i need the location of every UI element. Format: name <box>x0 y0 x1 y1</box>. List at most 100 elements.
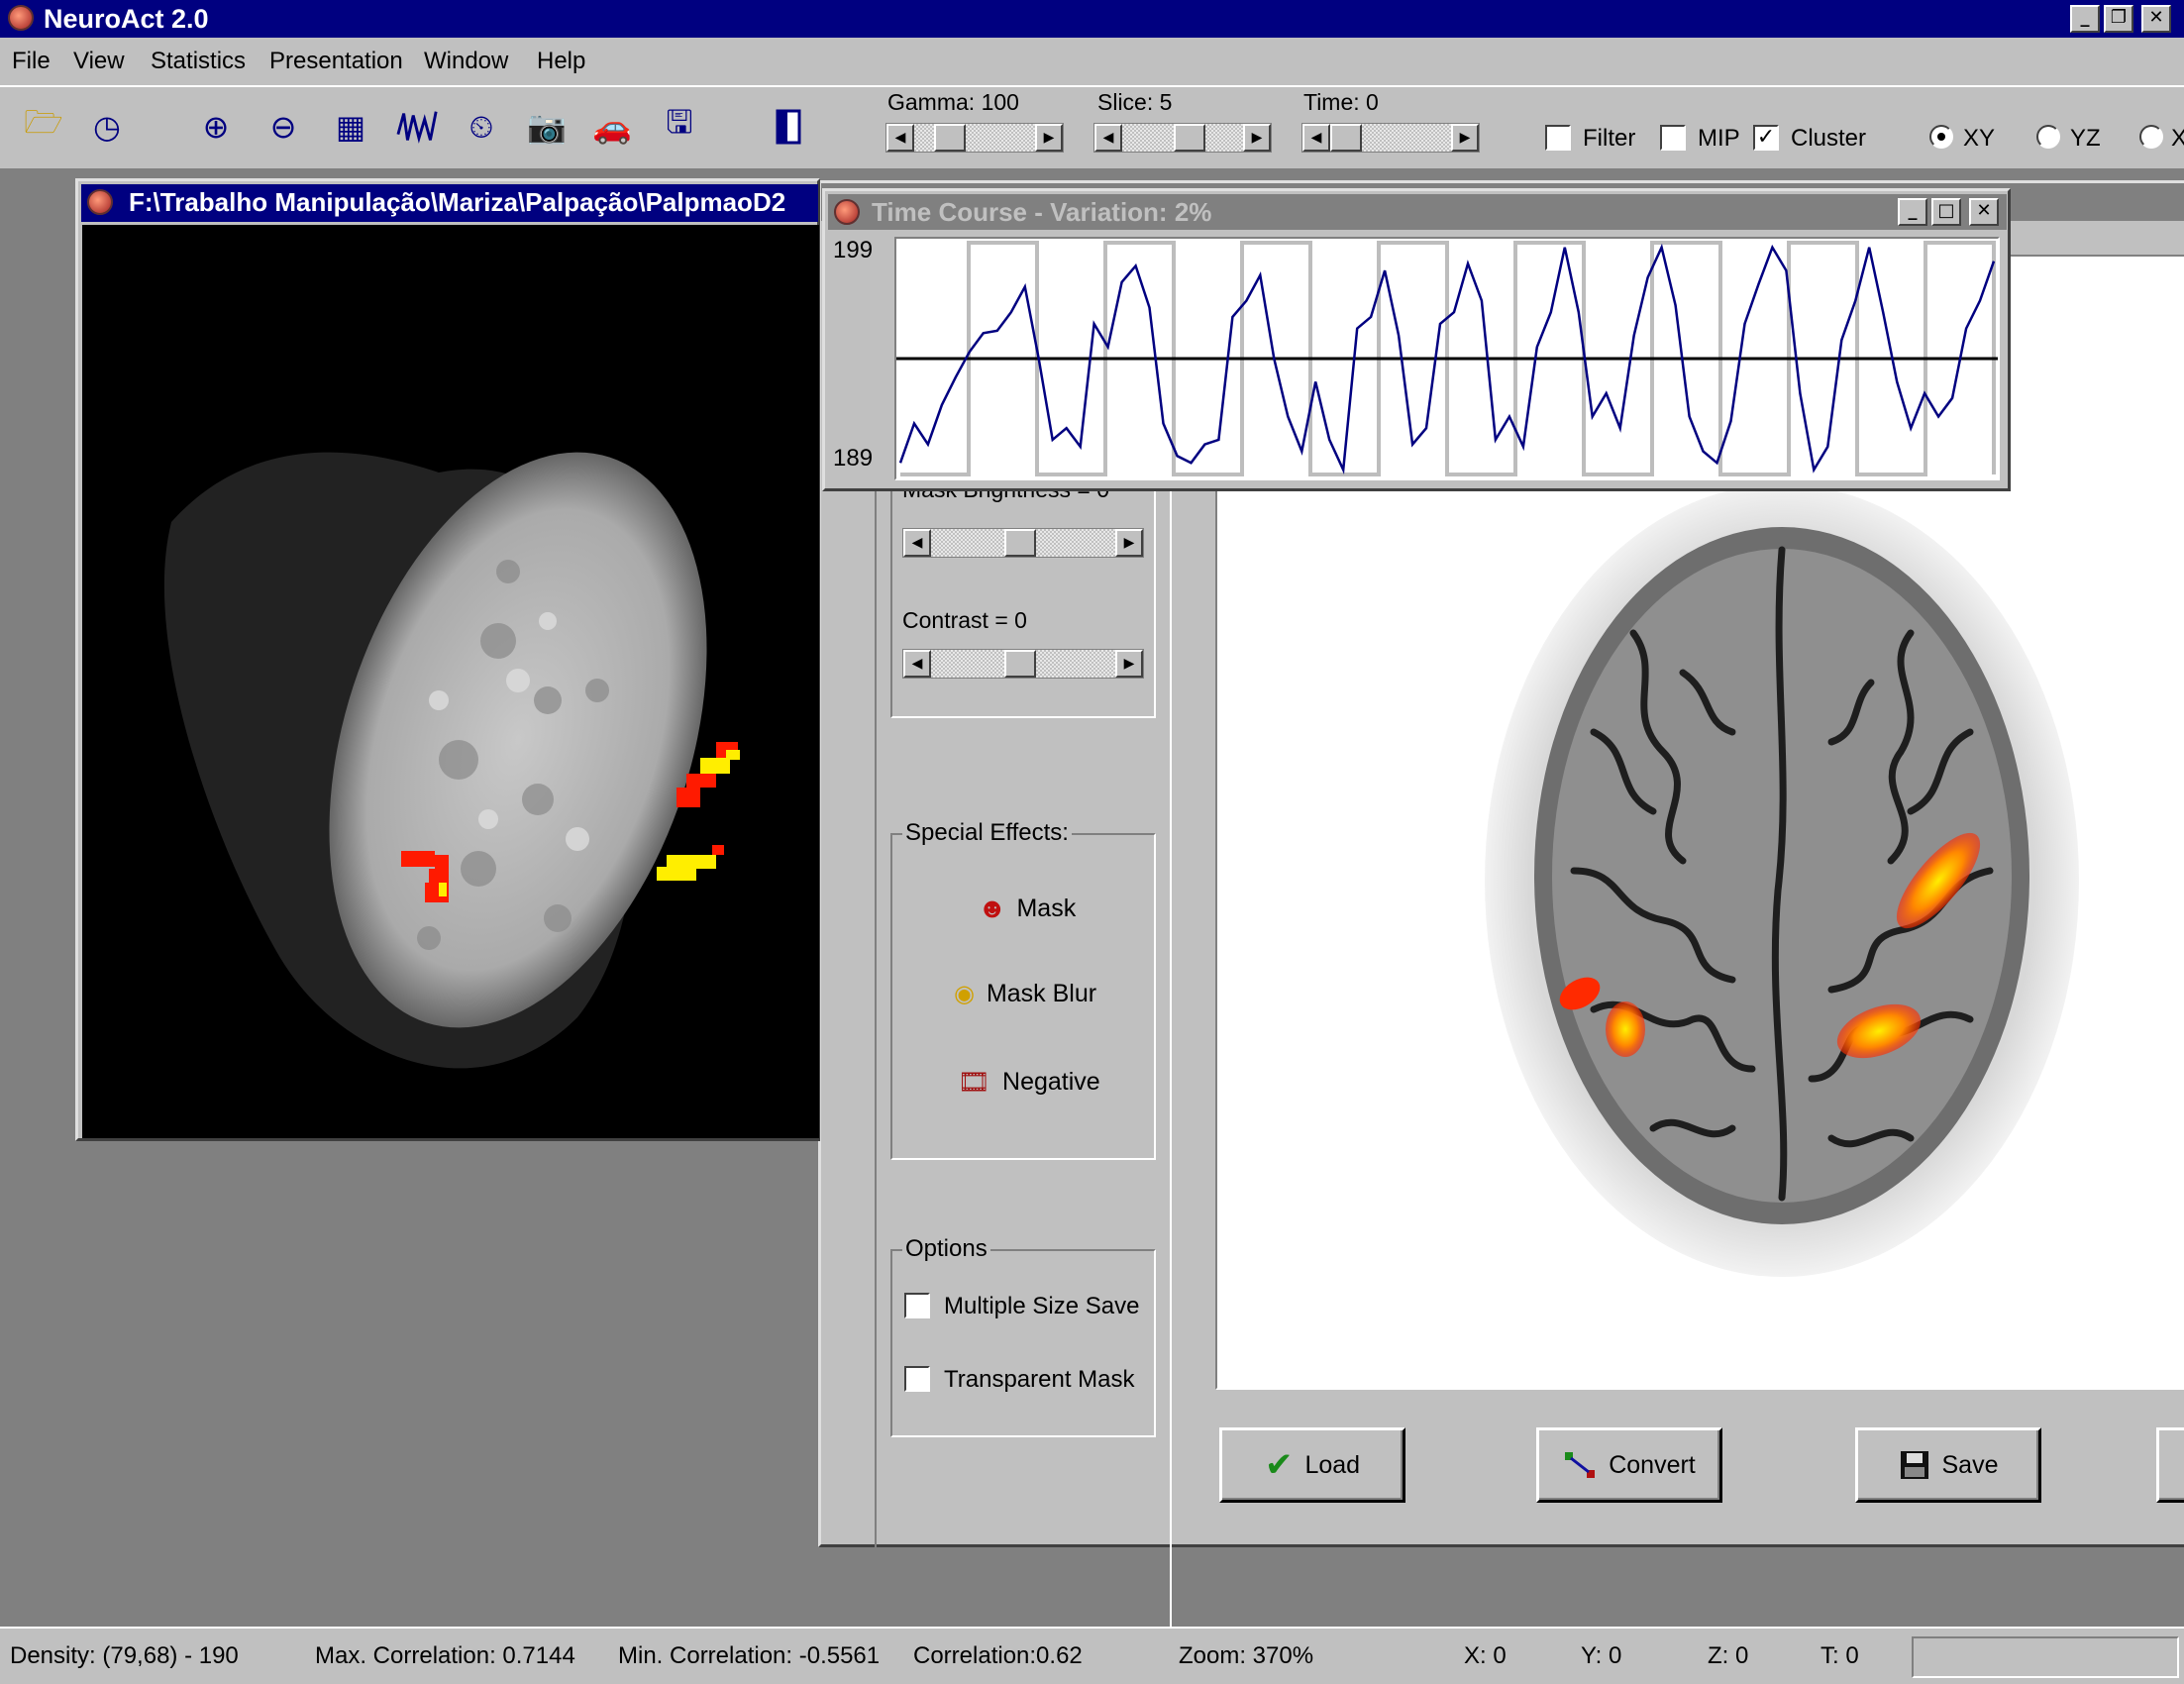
minimize-button[interactable]: _ <box>2070 5 2100 33</box>
contrast-slider[interactable]: ◀ ▶ <box>902 649 1144 679</box>
status-min-correlation: Min. Correlation: -0.5561 <box>618 1642 881 1669</box>
camera-icon[interactable]: 📷 <box>525 105 569 149</box>
status-z: Z: 0 <box>1708 1642 1749 1669</box>
time-course-chart <box>896 241 1998 476</box>
tc-ymin-label: 189 <box>833 445 874 472</box>
slice-label: Slice: 5 <box>1097 89 1173 115</box>
convert-icon <box>1565 1452 1596 1478</box>
cluster-checkbox[interactable]: ✓ <box>1753 125 1779 151</box>
status-y: Y: 0 <box>1581 1642 1622 1669</box>
cluster-label: Cluster <box>1791 125 1867 152</box>
app-title: NeuroAct 2.0 <box>44 4 209 34</box>
more-button[interactable] <box>2156 1427 2184 1503</box>
image-window-brain-icon <box>87 189 113 215</box>
mask-brightness-slider[interactable]: ◀ ▶ <box>902 528 1144 558</box>
options-group <box>890 1249 1156 1437</box>
x-radio[interactable] <box>2139 125 2163 149</box>
x-label: X <box>2171 125 2184 152</box>
time-course-brain-icon <box>834 199 860 225</box>
fmri-slice-view[interactable] <box>82 225 819 1138</box>
status-bar: Density: (79,68) - 190 Max. Correlation:… <box>0 1627 2184 1684</box>
convert-button-label: Convert <box>1609 1450 1696 1479</box>
negative-label: Negative <box>1002 1068 1100 1096</box>
status-panel <box>1912 1636 2179 1678</box>
mask-blur-icon: ◉ <box>954 981 975 1007</box>
gamma-label: Gamma: 100 <box>887 89 1019 115</box>
status-correlation: Correlation:0.62 <box>913 1642 1083 1669</box>
status-max-correlation: Max. Correlation: 0.7144 <box>315 1642 575 1669</box>
tc-close-button[interactable]: ✕ <box>1969 198 1999 226</box>
transparent-mask-label: Transparent Mask <box>944 1366 1135 1393</box>
mask-blur-effect[interactable]: ◉ Mask Blur <box>954 980 1096 1008</box>
mask-blur-label: Mask Blur <box>986 980 1097 1007</box>
image-window-caption[interactable]: F:\Trabalho Manipulação\Mariza\Palpação\… <box>81 184 818 222</box>
panel-icon[interactable] <box>767 105 810 149</box>
time-label: Time: 0 <box>1303 89 1379 115</box>
filter-label: Filter <box>1583 125 1636 152</box>
fmri-slice-image <box>163 452 740 1069</box>
status-zoom: Zoom: 370% <box>1179 1642 1314 1669</box>
save-button[interactable]: Save <box>1855 1427 2041 1503</box>
time-course-title: Time Course - Variation: 2% <box>872 197 1212 227</box>
app-titlebar[interactable]: NeuroAct 2.0 _ ❐ ✕ <box>0 0 2184 38</box>
mask-label: Mask <box>1016 894 1077 922</box>
load-button-label: Load <box>1304 1450 1361 1479</box>
toolbar: 🗁 ◷ ⊕ ⊖ ▦ ⏲ 📷 🚗 🖫 Gamma: 100 ◀ ▶ Slice: 5… <box>0 85 2184 170</box>
yz-radio[interactable] <box>2036 125 2060 149</box>
transparent-mask-checkbox[interactable] <box>904 1366 930 1392</box>
menu-presentation[interactable]: Presentation <box>269 48 403 75</box>
negative-effect[interactable]: 🎞 Negative <box>958 1067 1100 1098</box>
special-effects-label: Special Effects: <box>902 819 1072 847</box>
tc-minimize-button[interactable]: _ <box>1898 198 1927 226</box>
tc-ymax-label: 199 <box>833 237 874 263</box>
time-course-caption[interactable]: Time Course - Variation: 2% _ □ ✕ <box>828 194 2007 230</box>
menu-bar: File View Statistics Presentation Window… <box>0 38 2184 85</box>
clock-icon[interactable]: ◷ <box>85 105 129 149</box>
app-brain-icon <box>8 5 34 31</box>
restore-button[interactable]: ❐ <box>2104 5 2133 33</box>
xy-radio[interactable] <box>1929 125 1953 149</box>
multiple-size-save-label: Multiple Size Save <box>944 1293 1140 1319</box>
time-course-plot[interactable] <box>894 237 2000 480</box>
mask-effect[interactable]: ☻ Mask <box>978 893 1076 924</box>
menu-file[interactable]: File <box>12 48 51 75</box>
time-slider[interactable]: ◀ ▶ <box>1301 123 1480 153</box>
yz-label: YZ <box>2070 125 2101 152</box>
mask-icon: ☻ <box>978 893 1007 923</box>
menu-statistics[interactable]: Statistics <box>151 48 246 75</box>
waveform-icon[interactable] <box>396 105 440 149</box>
zoom-out-icon[interactable]: ⊖ <box>261 105 305 149</box>
mip-label: MIP <box>1698 125 1740 152</box>
status-density: Density: (79,68) - 190 <box>10 1642 239 1669</box>
menu-window[interactable]: Window <box>424 48 508 75</box>
menu-help[interactable]: Help <box>537 48 585 75</box>
contrast-label: Contrast = 0 <box>902 607 1027 633</box>
close-button[interactable]: ✕ <box>2141 5 2171 33</box>
save-button-label: Save <box>1941 1450 1999 1479</box>
image-window-title: F:\Trabalho Manipulação\Mariza\Palpação\… <box>129 187 786 217</box>
car-icon[interactable]: 🚗 <box>590 105 634 149</box>
image-window: F:\Trabalho Manipulação\Mariza\Palpação\… <box>75 178 820 1141</box>
convert-button[interactable]: Convert <box>1536 1427 1722 1503</box>
multiple-size-save-checkbox[interactable] <box>904 1293 930 1318</box>
filter-checkbox[interactable] <box>1545 125 1571 151</box>
film-icon: 🎞 <box>958 1067 991 1097</box>
timer-icon[interactable]: ⏲ <box>460 105 503 149</box>
tc-maximize-button[interactable]: □ <box>1931 198 1961 226</box>
load-button[interactable]: ✔ Load <box>1219 1427 1405 1503</box>
open-folder-icon[interactable]: 🗁 <box>22 103 65 149</box>
status-x: X: 0 <box>1464 1642 1507 1669</box>
time-course-window: Time Course - Variation: 2% _ □ ✕ 199 18… <box>822 188 2011 491</box>
export-icon[interactable]: 🖫 <box>658 103 701 149</box>
grid-icon[interactable]: ▦ <box>329 105 372 149</box>
options-label: Options <box>902 1235 990 1263</box>
floppy-icon <box>1900 1451 1928 1479</box>
menu-view[interactable]: View <box>73 48 125 75</box>
xy-label: XY <box>1963 125 1996 152</box>
mip-checkbox[interactable] <box>1660 125 1686 151</box>
status-t: T: 0 <box>1820 1642 1859 1669</box>
slice-slider[interactable]: ◀ ▶ <box>1093 123 1272 153</box>
check-icon: ✔ <box>1264 1446 1294 1484</box>
gamma-slider[interactable]: ◀ ▶ <box>885 123 1064 153</box>
zoom-in-icon[interactable]: ⊕ <box>194 105 238 149</box>
